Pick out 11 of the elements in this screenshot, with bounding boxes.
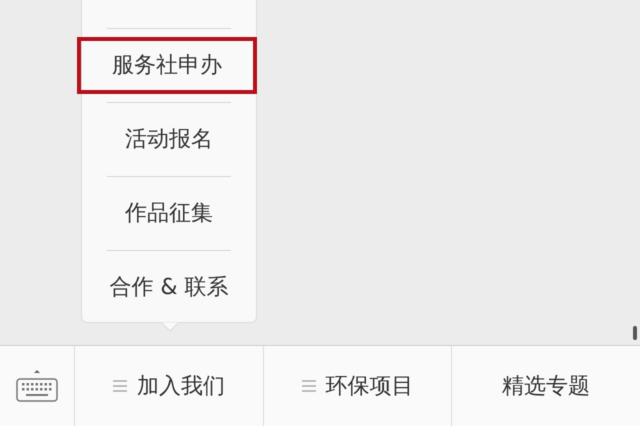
menu-bar-tab[interactable]: 精选专题 — [452, 346, 640, 426]
menu-lines-icon — [302, 380, 316, 392]
menu-item[interactable]: 服务社申办 — [77, 37, 257, 94]
menu-item[interactable]: 作品征集 — [82, 185, 256, 242]
menu-item[interactable]: 活动报名 — [82, 111, 256, 168]
menu-bar-tab[interactable]: 加入我们 — [75, 346, 264, 426]
scrollbar-thumb — [633, 326, 637, 340]
menu-item[interactable]: 合作 & 联系 — [82, 259, 256, 316]
menu-lines-icon — [112, 380, 127, 392]
menu-bar-tab[interactable]: 环保项目 — [264, 346, 452, 426]
keyboard-icon — [15, 369, 59, 403]
